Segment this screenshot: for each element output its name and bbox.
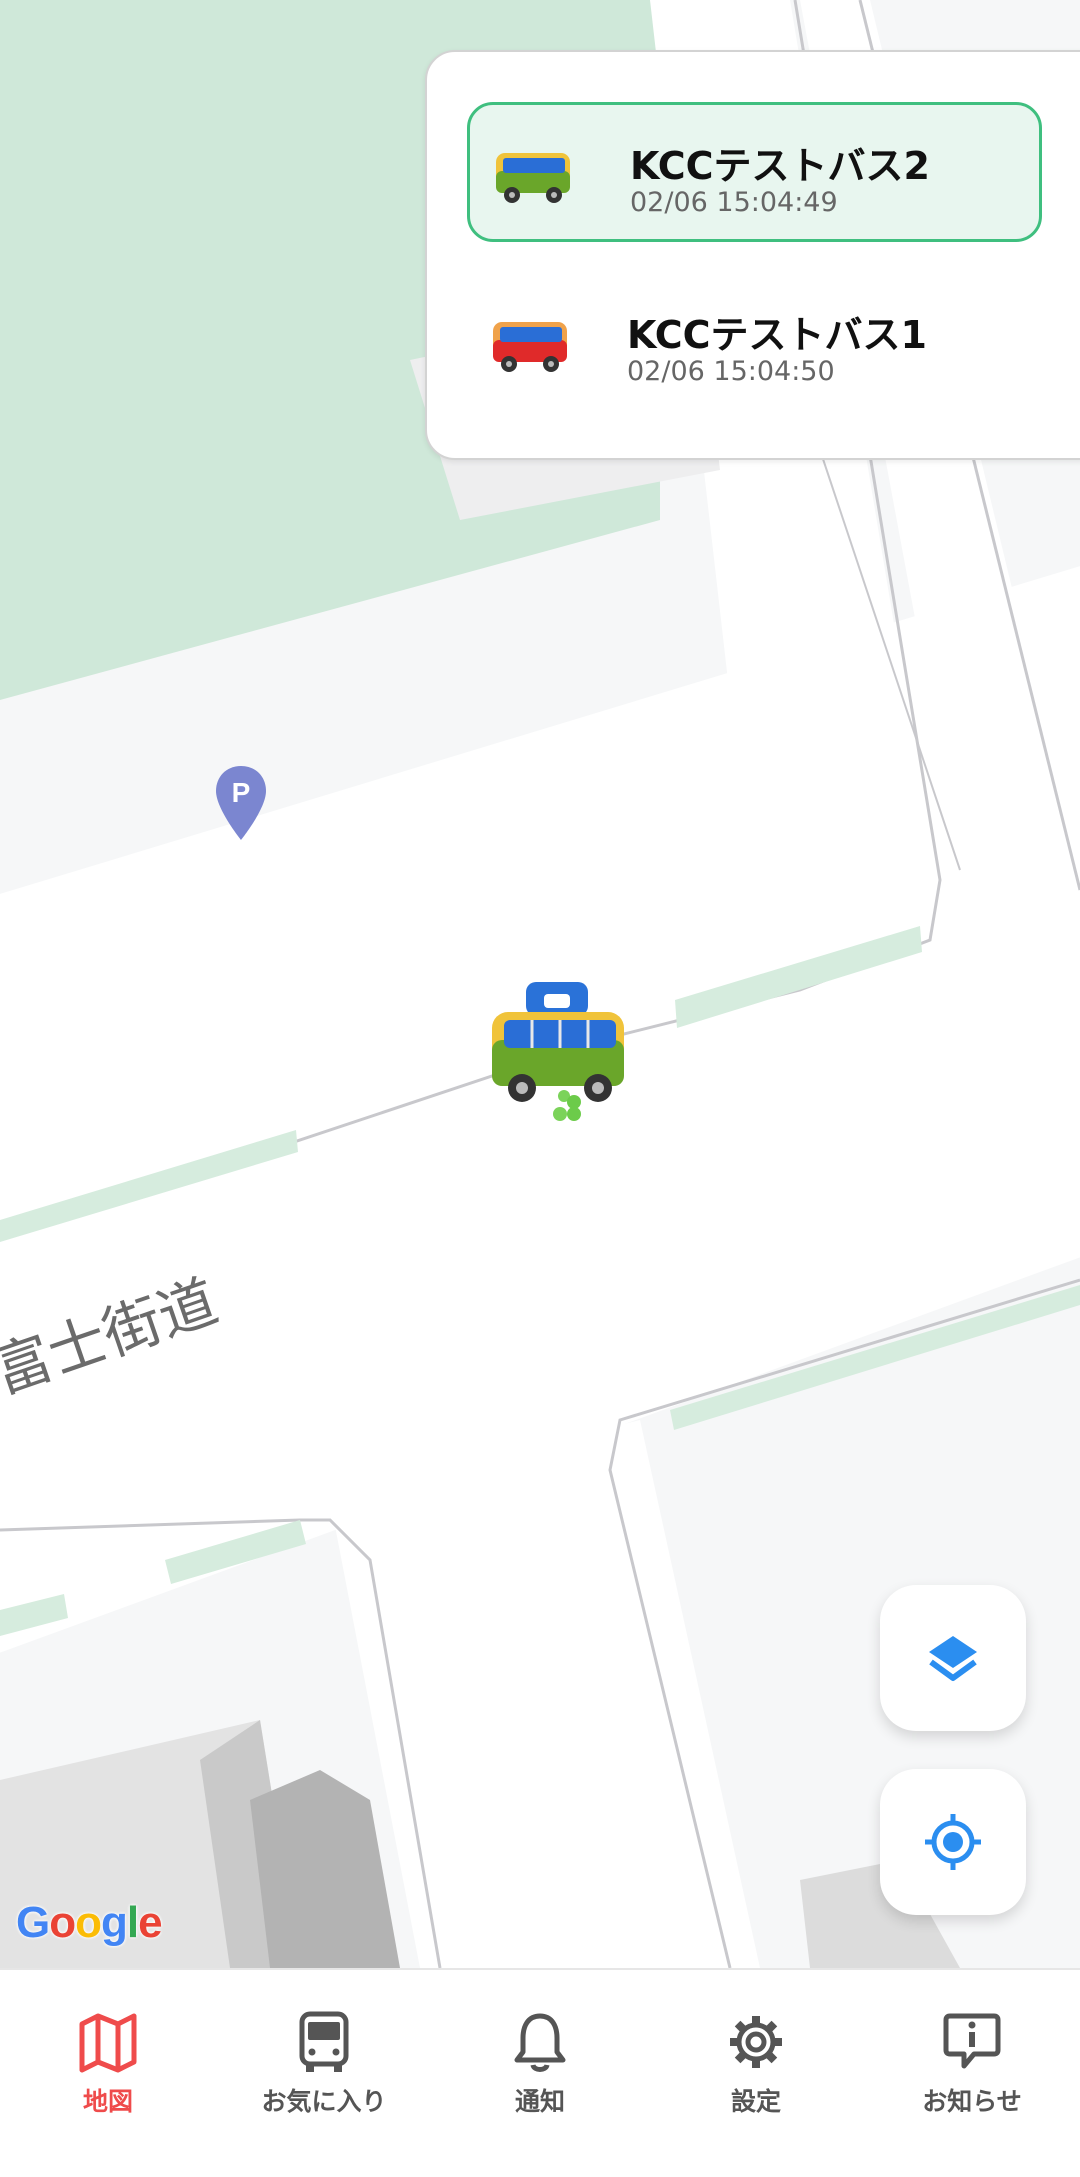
parking-pin-icon[interactable]: P: [214, 764, 268, 842]
nav-tab-news[interactable]: お知らせ: [864, 1970, 1080, 2177]
nav-label: 通知: [514, 2087, 565, 2116]
my-location-button[interactable]: [880, 1769, 1026, 1915]
map-icon: [79, 2013, 137, 2073]
google-logo-text: Google: [16, 1898, 163, 1947]
map-view[interactable]: 富士街道 P Google KCCテストバス2 02/06 15:04:49 K…: [0, 0, 1080, 1968]
bus-name: KCCテストバス2: [630, 144, 930, 188]
green-bus-icon: [496, 153, 570, 203]
nav-tab-map[interactable]: 地図: [0, 1970, 216, 2177]
bus-list-panel: KCCテストバス2 02/06 15:04:49 KCCテストバス1 02/06…: [425, 50, 1080, 460]
bus-icon: [299, 2011, 349, 2072]
nav-label: 地図: [82, 2087, 133, 2116]
bus-list-item[interactable]: KCCテストバス1 02/06 15:04:50: [467, 274, 1042, 414]
layers-button[interactable]: [880, 1585, 1026, 1731]
bus-timestamp: 02/06 15:04:49: [630, 187, 838, 218]
red-bus-icon: [493, 322, 567, 372]
my-location-icon: [925, 1814, 981, 1870]
bell-icon: [514, 2013, 566, 2072]
nav-label: お気に入り: [261, 2087, 387, 2116]
info-message-icon: [943, 2013, 1001, 2069]
nav-label: お知らせ: [922, 2087, 1022, 2116]
nav-label: 設定: [730, 2087, 781, 2116]
nav-tab-favorites[interactable]: お気に入り: [216, 1970, 432, 2177]
nav-tab-notifications[interactable]: 通知: [432, 1970, 648, 2177]
google-attribution: Google: [16, 1898, 163, 1948]
bus-name: KCCテストバス1: [627, 313, 927, 357]
bus-list-item[interactable]: KCCテストバス2 02/06 15:04:49: [467, 102, 1042, 242]
gear-icon: [730, 2016, 782, 2068]
bottom-navigation: 地図 お気に入り 通知 設定 お知らせ: [0, 1968, 1080, 2177]
nav-tab-settings[interactable]: 設定: [648, 1970, 864, 2177]
bus-timestamp: 02/06 15:04:50: [627, 356, 835, 387]
gps-trail-dots: [553, 1090, 581, 1121]
layers-icon: [929, 1636, 977, 1681]
svg-text:P: P: [232, 777, 251, 808]
